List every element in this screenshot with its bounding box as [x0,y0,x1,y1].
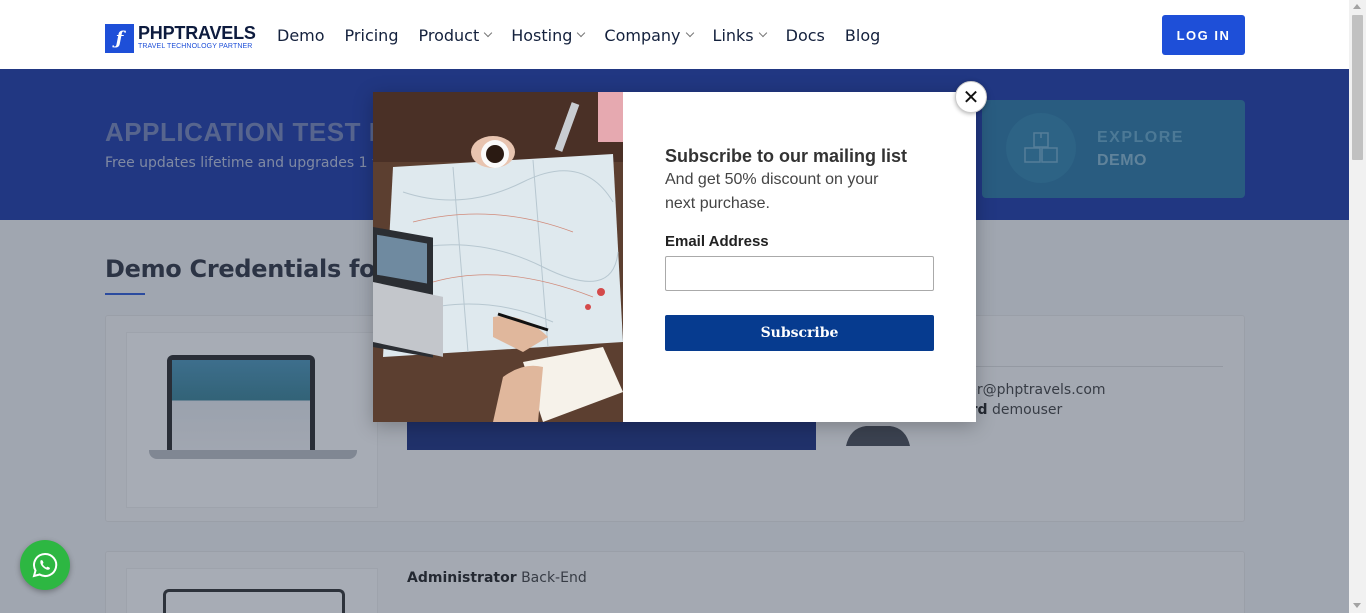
scroll-down-icon[interactable] [1353,603,1361,608]
email-field[interactable] [665,256,934,291]
nav-item-company[interactable]: Company [604,24,694,46]
brand-tagline: TRAVEL TECHNOLOGY PARTNER [138,43,253,50]
nav-item-blog[interactable]: Blog [845,24,880,46]
modal-description: And get 50% discount on your next purcha… [665,171,879,212]
scroll-up-icon[interactable] [1353,4,1361,9]
nav-item-hosting[interactable]: Hosting [511,24,586,46]
whatsapp-icon [32,552,58,578]
travel-map-image [373,92,623,422]
main-nav: Demo Pricing Product Hosting Company Lin… [277,24,900,46]
chevron-down-icon [483,28,493,38]
nav-item-links[interactable]: Links [713,24,767,46]
nav-item-pricing[interactable]: Pricing [345,24,399,46]
modal-title: Subscribe to our mailing list [665,146,908,166]
subscribe-button[interactable]: Subscribe [665,315,934,351]
brand-logo[interactable]: ƒ PHPTRAVELS TRAVEL TECHNOLOGY PARTNER [105,24,256,54]
nav-item-demo[interactable]: Demo [277,24,325,46]
chevron-down-icon [685,28,694,38]
whatsapp-button[interactable] [20,540,70,590]
nav-item-product[interactable]: Product [418,24,493,46]
chevron-down-icon [758,28,767,38]
email-label: Email Address [665,233,769,250]
subscribe-modal: Subscribe to our mailing list And get 50… [373,92,976,422]
scroll-thumb[interactable] [1352,15,1363,160]
brand-mark-icon: ƒ [105,24,134,53]
close-icon[interactable]: ✕ [955,81,987,113]
chevron-down-icon [577,28,586,38]
page-scrollbar[interactable] [1349,0,1366,613]
login-button[interactable]: LOG IN [1162,15,1245,55]
brand-name: PHPTRAVELS [138,23,256,43]
site-header: ƒ PHPTRAVELS TRAVEL TECHNOLOGY PARTNER D… [0,0,1349,69]
nav-item-docs[interactable]: Docs [786,24,825,46]
